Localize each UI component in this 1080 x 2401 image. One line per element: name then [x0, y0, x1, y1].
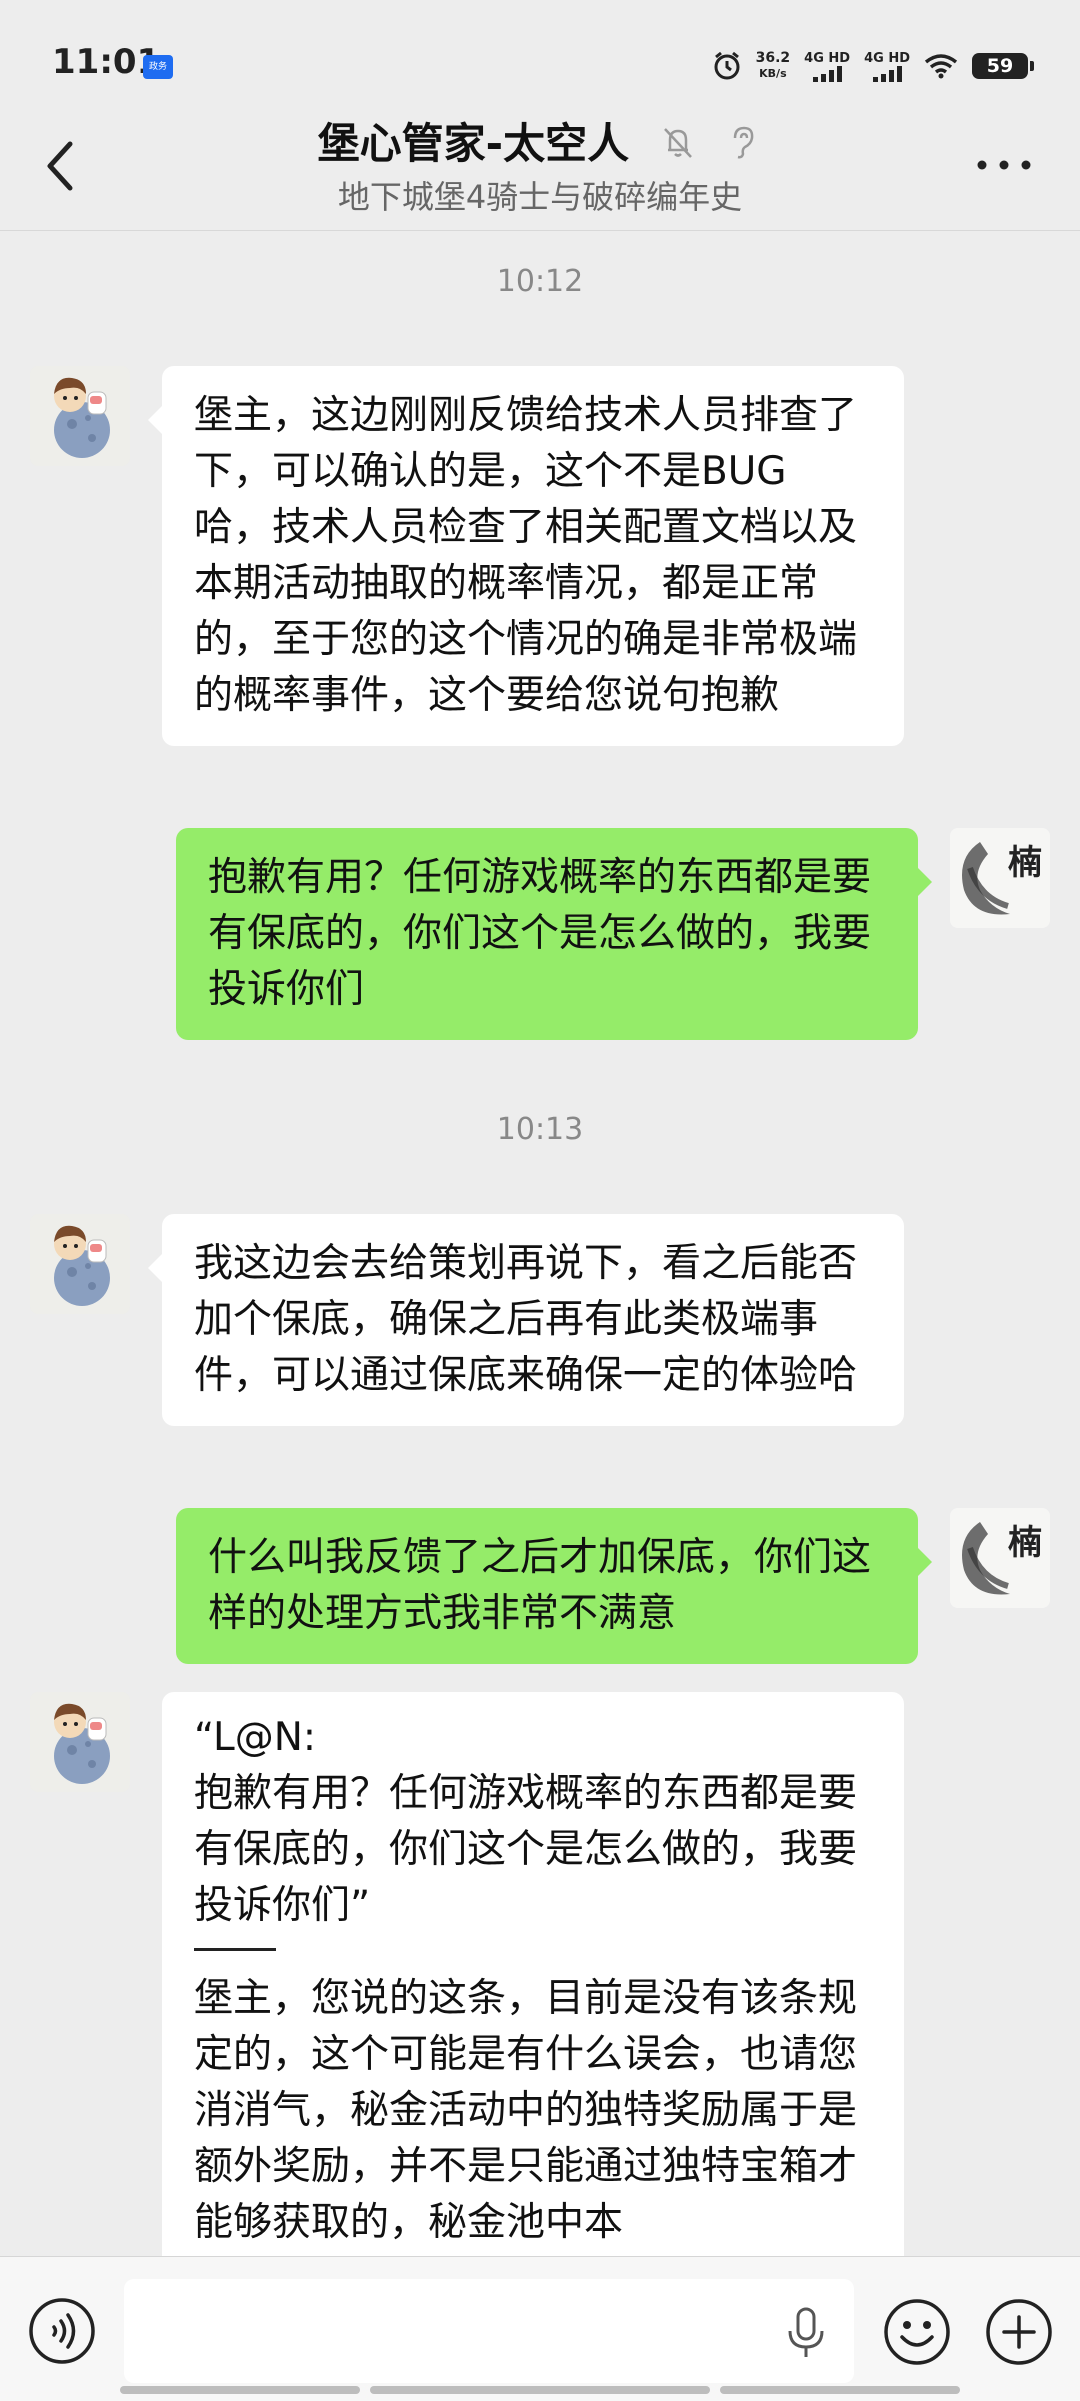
battery-indicator: 59	[972, 53, 1034, 79]
avatar-self[interactable]: 楠	[950, 1508, 1050, 1608]
voice-icon[interactable]	[28, 2297, 96, 2365]
avatar-astronaut[interactable]	[30, 1692, 130, 1792]
plus-icon[interactable]	[984, 2297, 1054, 2367]
gov-badge: 政务	[143, 55, 173, 79]
message-bubble-incoming[interactable]: 堡主，这边刚刚反馈给技术人员排查了下，可以确认的是，这个不是BUG 哈，技术人员…	[148, 366, 904, 746]
signal-2-label: 4G HD	[864, 50, 910, 66]
chat-subtitle: 地下城堡4骑士与破碎编年史	[337, 178, 743, 216]
alarm-icon	[714, 51, 740, 80]
message-bubble-outgoing[interactable]: 什么叫我反馈了之后才加保底，你们这样的处理方式我非常不满意	[176, 1508, 932, 1664]
signal-1-bars	[812, 65, 842, 82]
signal-2-bars	[872, 65, 902, 82]
speed-unit: KB/s	[759, 67, 787, 80]
astronaut-avatar-icon	[30, 1214, 130, 1314]
ink-calligraphy-avatar-icon: 楠	[950, 1508, 1050, 1608]
mute-bell-icon	[663, 127, 692, 158]
message-text: 堡主，您说的这条，目前是没有该条规定的，这个可能是有什么误会，也请您消消气，秘金…	[194, 1976, 858, 2245]
chat-title-row: 堡心管家-太空人	[0, 110, 1080, 172]
ink-calligraphy-avatar-icon: 楠	[950, 828, 1050, 928]
avatar-astronaut[interactable]	[30, 366, 130, 466]
message-bubble-incoming[interactable]: 我这边会去给策划再说下，看之后能否加个保底，确保之后再有此类极端事件，可以通过保…	[148, 1214, 904, 1426]
signal-1-label: 4G HD	[804, 50, 851, 66]
speed-value: 36.2	[755, 50, 791, 66]
message-input[interactable]	[124, 2279, 854, 2383]
svg-text:楠: 楠	[1008, 1523, 1042, 1563]
gesture-handle	[120, 2386, 360, 2394]
wifi-icon	[924, 54, 958, 79]
quote-divider	[194, 1948, 276, 1951]
astronaut-avatar-icon	[30, 1692, 130, 1792]
input-bar	[0, 2256, 1080, 2401]
avatar-astronaut[interactable]	[30, 1214, 130, 1314]
gesture-bar	[0, 2386, 1080, 2396]
chat-header: 堡心管家-太空人 地下城堡4骑士与破碎编年史	[0, 100, 1080, 230]
chat-title: 堡心管家-太空人	[317, 119, 630, 168]
gesture-handle	[370, 2386, 710, 2394]
ear-icon	[734, 126, 754, 158]
status-right: 36.2 KB/s 4G HD 4G HD 59	[712, 46, 1034, 86]
signal-2: 4G HD	[864, 51, 910, 82]
timestamp: 10:12	[496, 264, 584, 299]
network-speed: 36.2 KB/s	[756, 51, 791, 81]
signal-1: 4G HD	[804, 51, 850, 82]
header-divider	[0, 230, 1080, 231]
more-options-icon[interactable]	[974, 150, 1034, 180]
timestamp: 10:13	[496, 1112, 584, 1147]
astronaut-avatar-icon	[30, 366, 130, 466]
title-icons	[658, 122, 763, 172]
message-bubble-incoming-quoted[interactable]: “L@N: 抱歉有用？任何游戏概率的东西都是要有保底的，你们这个是怎么做的，我要…	[162, 1692, 904, 2312]
quoted-message: “L@N: 抱歉有用？任何游戏概率的东西都是要有保底的，你们这个是怎么做的，我要…	[194, 1715, 858, 1928]
avatar-self[interactable]: 楠	[950, 828, 1050, 928]
svg-text:楠: 楠	[1008, 843, 1042, 883]
emoji-icon[interactable]	[882, 2297, 952, 2367]
gesture-handle	[720, 2386, 960, 2394]
mic-icon[interactable]	[784, 2305, 828, 2361]
message-bubble-outgoing[interactable]: 抱歉有用？任何游戏概率的东西都是要有保底的，你们这个是怎么做的，我要投诉你们	[176, 828, 932, 1040]
